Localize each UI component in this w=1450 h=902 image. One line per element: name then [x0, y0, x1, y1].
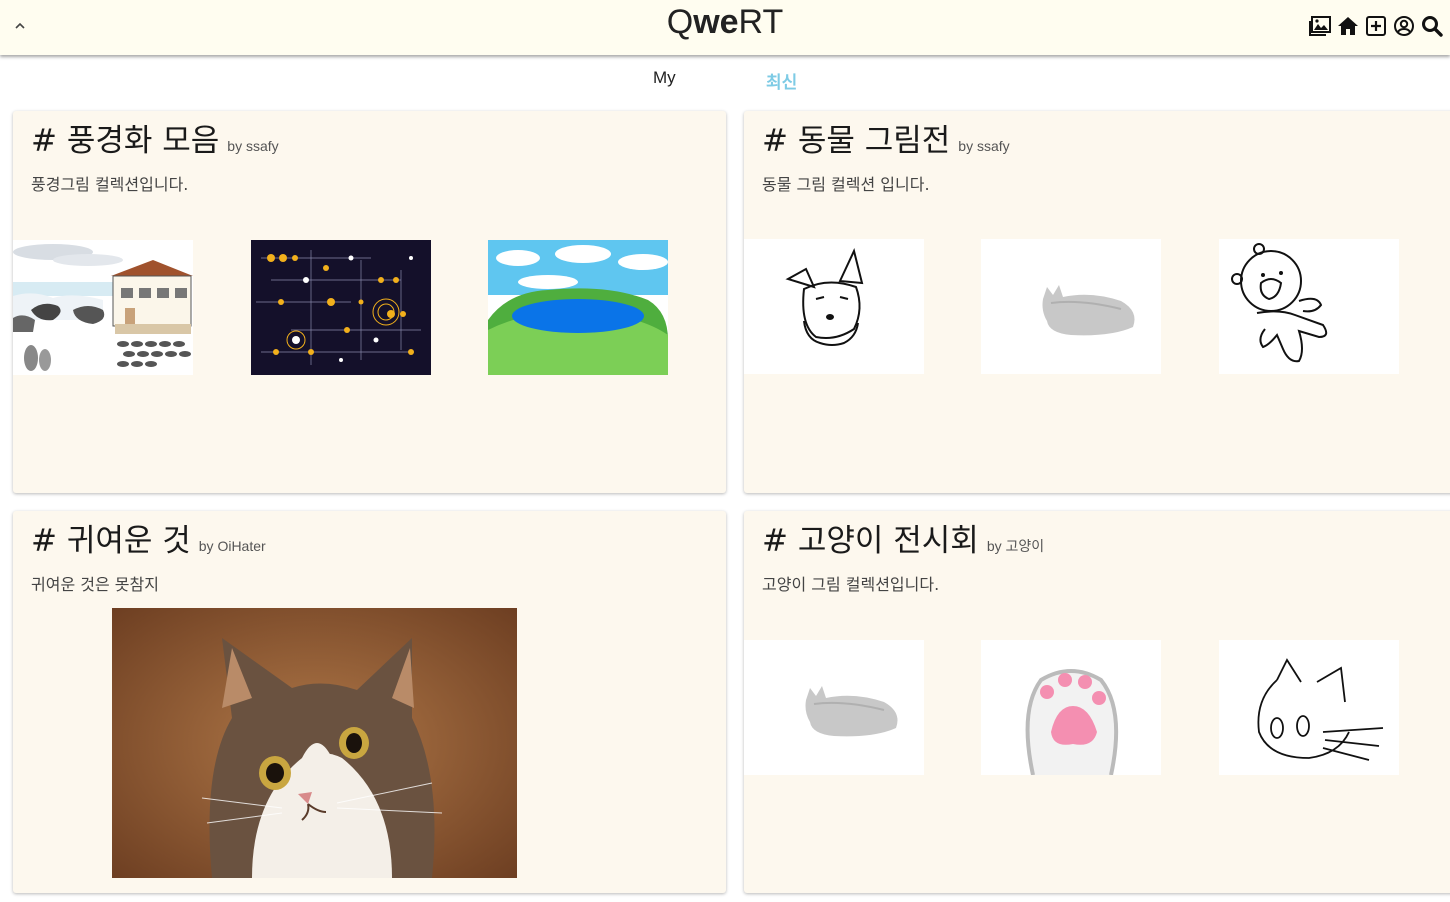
- top-bar: QweRT: [0, 0, 1450, 55]
- cat-paw-drawing[interactable]: [981, 640, 1161, 775]
- home-icon[interactable]: [1336, 14, 1360, 38]
- collection-card-landscape[interactable]: # 풍경화 모음 by ssafy 풍경그림 컬렉션입니다.: [13, 111, 726, 493]
- search-icon[interactable]: [1420, 14, 1444, 38]
- collection-title: # 귀여운 것: [31, 523, 191, 559]
- collection-header: # 귀여운 것 by OiHater: [31, 515, 266, 560]
- collection-header: # 동물 그림전 by ssafy: [762, 115, 1010, 160]
- collection-title: # 풍경화 모음: [31, 123, 220, 159]
- gray-cat-sketch[interactable]: [981, 239, 1161, 374]
- header-icon-bar: [1308, 14, 1444, 38]
- collection-header: # 고양이 전시회 by 고양이: [762, 515, 1044, 560]
- collection-author: by OiHater: [198, 538, 266, 554]
- tab-latest[interactable]: 최신: [766, 68, 797, 93]
- cat-portrait-painting[interactable]: [112, 608, 517, 878]
- collection-header: # 풍경화 모음 by ssafy: [31, 115, 279, 160]
- collection-title: # 동물 그림전: [762, 123, 951, 159]
- lake-landscape-painting[interactable]: [488, 240, 668, 375]
- collection-description: 풍경그림 컬렉션입니다.: [31, 175, 189, 194]
- bear-character-drawing[interactable]: [1219, 239, 1399, 374]
- gray-cat-sketch[interactable]: [744, 640, 924, 775]
- star-map-painting[interactable]: [251, 240, 431, 375]
- collection-description: 고양이 그림 컬렉션입니다.: [762, 575, 940, 594]
- collection-title: # 고양이 전시회: [762, 523, 979, 559]
- collection-card-cute[interactable]: # 귀여운 것 by OiHater 귀여운 것은 못참지: [13, 511, 726, 893]
- gallery-icon[interactable]: [1308, 14, 1332, 38]
- add-icon[interactable]: [1364, 14, 1388, 38]
- collection-card-cats[interactable]: # 고양이 전시회 by 고양이 고양이 그림 컬렉션입니다.: [744, 511, 1450, 893]
- collection-author: by ssafy: [227, 138, 279, 154]
- schnauzer-drawing[interactable]: [744, 239, 924, 374]
- collection-author: by ssafy: [958, 138, 1010, 154]
- tab-my[interactable]: My: [653, 68, 676, 88]
- cat-face-line-drawing[interactable]: [1219, 640, 1399, 775]
- seaside-house-painting[interactable]: [13, 240, 193, 375]
- app-logo[interactable]: QweRT: [0, 3, 1450, 42]
- collection-author: by 고양이: [986, 538, 1045, 554]
- collection-description: 귀여운 것은 못참지: [31, 575, 159, 594]
- tab-bar: My 최신: [0, 66, 1450, 96]
- profile-icon[interactable]: [1392, 14, 1416, 38]
- collection-card-animals[interactable]: # 동물 그림전 by ssafy 동물 그림 컬렉션 입니다.: [744, 111, 1450, 493]
- collection-description: 동물 그림 컬렉션 입니다.: [762, 175, 930, 194]
